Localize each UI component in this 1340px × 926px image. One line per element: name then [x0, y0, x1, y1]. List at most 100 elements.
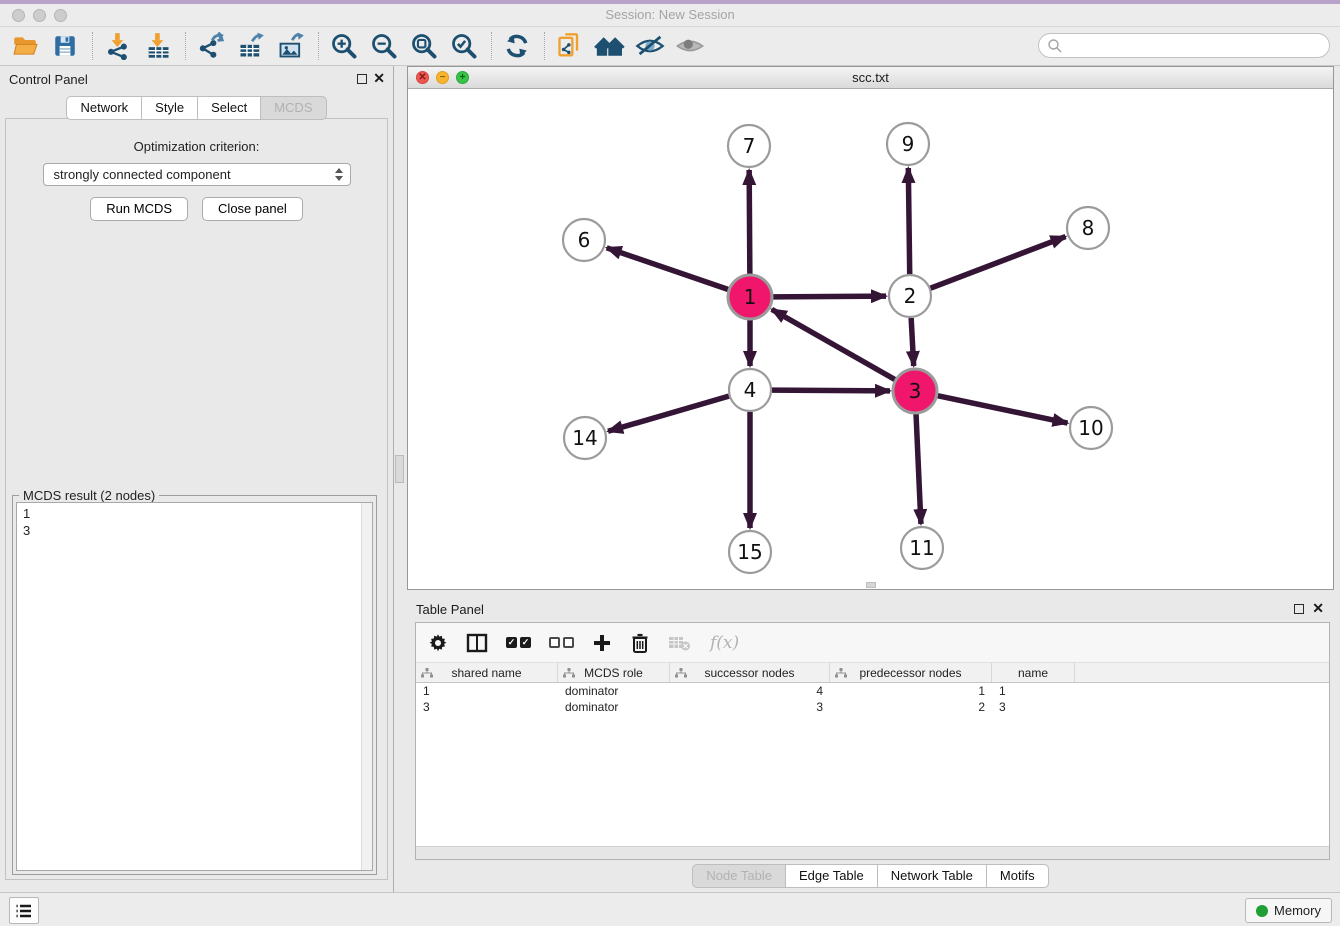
export-network-icon[interactable] — [194, 31, 228, 61]
zoom-out-icon[interactable] — [367, 31, 401, 61]
graph-node-14[interactable]: 14 — [564, 417, 606, 459]
split-pane-grip[interactable] — [395, 455, 404, 483]
deselect-all-columns-icon[interactable] — [549, 637, 574, 648]
graph-node-3[interactable]: 3 — [893, 369, 937, 413]
toggle-column-view-icon[interactable] — [466, 633, 488, 653]
edge-2-8[interactable] — [931, 237, 1066, 289]
export-table-icon[interactable] — [234, 31, 268, 61]
run-mcds-button[interactable]: Run MCDS — [90, 197, 188, 221]
home-pair-icon[interactable] — [593, 31, 627, 61]
tab-style[interactable]: Style — [141, 96, 198, 120]
memory-button[interactable]: Memory — [1245, 898, 1332, 923]
graph-node-4[interactable]: 4 — [729, 369, 771, 411]
column-header-MCDS-role[interactable]: MCDS role — [558, 663, 670, 682]
graph-node-11[interactable]: 11 — [901, 527, 943, 569]
clone-network-icon[interactable] — [553, 31, 587, 61]
network-graph[interactable]: 7 9 6 8 1 2 4 3 14 10 15 11 — [408, 89, 1333, 589]
shared-column-icon — [563, 668, 575, 678]
delete-column-trash-icon[interactable] — [630, 632, 650, 654]
edge-3-11[interactable] — [916, 414, 921, 524]
save-session-icon[interactable] — [48, 31, 82, 61]
column-header-shared-name[interactable]: shared name — [416, 663, 558, 682]
table-cell[interactable]: 3 — [992, 699, 1075, 715]
column-header-name[interactable]: name — [992, 663, 1075, 682]
graph-node-7[interactable]: 7 — [728, 125, 770, 167]
edge-2-9[interactable] — [908, 168, 909, 274]
graph-node-10[interactable]: 10 — [1070, 407, 1112, 449]
tab-edge-table[interactable]: Edge Table — [785, 864, 878, 888]
node-label: 14 — [572, 426, 597, 450]
open-session-icon[interactable] — [8, 31, 42, 61]
graph-node-9[interactable]: 9 — [887, 123, 929, 165]
function-builder-icon[interactable]: f(x) — [710, 633, 739, 653]
criterion-select[interactable]: strongly connected component — [43, 163, 351, 186]
table-cell[interactable]: dominator — [558, 683, 670, 699]
table-cell[interactable]: 4 — [670, 683, 830, 699]
edge-3-10[interactable] — [938, 396, 1068, 423]
table-cell[interactable]: dominator — [558, 699, 670, 715]
edge-1-6[interactable] — [607, 248, 729, 290]
search-field[interactable] — [1038, 33, 1330, 58]
graph-node-6[interactable]: 6 — [563, 219, 605, 261]
task-history-button[interactable] — [9, 897, 39, 924]
select-all-columns-icon[interactable]: ✓✓ — [506, 637, 531, 648]
export-image-icon[interactable] — [274, 31, 308, 61]
result-scrollbar[interactable] — [361, 503, 372, 870]
edge-3-1[interactable] — [772, 309, 895, 379]
close-window-button[interactable] — [12, 9, 25, 22]
graph-node-1[interactable]: 1 — [728, 275, 772, 319]
table-settings-gear-icon[interactable] — [428, 633, 448, 653]
network-maximize-button[interactable]: + — [456, 71, 469, 84]
close-panel-button[interactable]: Close panel — [202, 197, 303, 221]
table-cell[interactable]: 2 — [830, 699, 992, 715]
table-cell[interactable]: 1 — [416, 683, 558, 699]
zoom-in-icon[interactable] — [327, 31, 361, 61]
graph-node-8[interactable]: 8 — [1067, 207, 1109, 249]
tab-mcds[interactable]: MCDS — [260, 96, 326, 120]
tab-network-table[interactable]: Network Table — [877, 864, 987, 888]
tab-node-table[interactable]: Node Table — [692, 864, 786, 888]
edge-1-2[interactable] — [773, 296, 886, 297]
table-horizontal-scrollbar[interactable] — [416, 846, 1329, 859]
edge-4-14[interactable] — [608, 396, 729, 431]
graph-node-15[interactable]: 15 — [729, 531, 771, 573]
import-network-icon[interactable] — [101, 31, 135, 61]
node-label: 1 — [744, 285, 757, 309]
mcds-tab-content: Optimization criterion: strongly connect… — [5, 118, 388, 880]
show-all-eye-icon[interactable] — [673, 31, 707, 61]
float-table-panel-icon[interactable] — [1294, 604, 1304, 614]
float-panel-icon[interactable] — [357, 74, 367, 84]
tab-select[interactable]: Select — [197, 96, 261, 120]
table-row[interactable]: 3dominator323 — [416, 699, 1329, 715]
zoom-window-button[interactable] — [54, 9, 67, 22]
add-column-icon[interactable] — [592, 633, 612, 653]
table-cell[interactable]: 3 — [416, 699, 558, 715]
column-header-successor-nodes[interactable]: successor nodes — [670, 663, 830, 682]
network-close-button[interactable]: ✕ — [416, 71, 429, 84]
canvas-resize-grip[interactable] — [866, 582, 876, 588]
delete-table-icon[interactable] — [668, 634, 692, 652]
table-cell[interactable]: 1 — [830, 683, 992, 699]
tab-network[interactable]: Network — [66, 96, 142, 120]
table-row[interactable]: 1dominator411 — [416, 683, 1329, 699]
edge-1-7[interactable] — [749, 170, 750, 274]
close-table-panel-icon[interactable]: ✕ — [1312, 600, 1324, 617]
network-minimize-button[interactable]: − — [436, 71, 449, 84]
column-header-predecessor-nodes[interactable]: predecessor nodes — [830, 663, 992, 682]
zoom-selected-icon[interactable] — [447, 31, 481, 61]
hide-selected-eye-icon[interactable] — [633, 31, 667, 61]
table-cell[interactable]: 1 — [992, 683, 1075, 699]
edge-4-3[interactable] — [772, 390, 890, 391]
edge-2-3[interactable] — [911, 318, 914, 366]
close-panel-icon[interactable]: ✕ — [373, 70, 385, 87]
refresh-icon[interactable] — [500, 31, 534, 61]
import-table-icon[interactable] — [141, 31, 175, 61]
tab-motifs[interactable]: Motifs — [986, 864, 1049, 888]
mcds-result-text[interactable]: 13 — [16, 502, 373, 871]
zoom-fit-icon[interactable] — [407, 31, 441, 61]
network-window-titlebar[interactable]: ✕ − + scc.txt — [408, 67, 1333, 89]
graph-node-2[interactable]: 2 — [889, 275, 931, 317]
minimize-window-button[interactable] — [33, 9, 46, 22]
table-cell[interactable]: 3 — [670, 699, 830, 715]
network-canvas[interactable]: 7 9 6 8 1 2 4 3 14 10 15 11 — [408, 89, 1333, 589]
